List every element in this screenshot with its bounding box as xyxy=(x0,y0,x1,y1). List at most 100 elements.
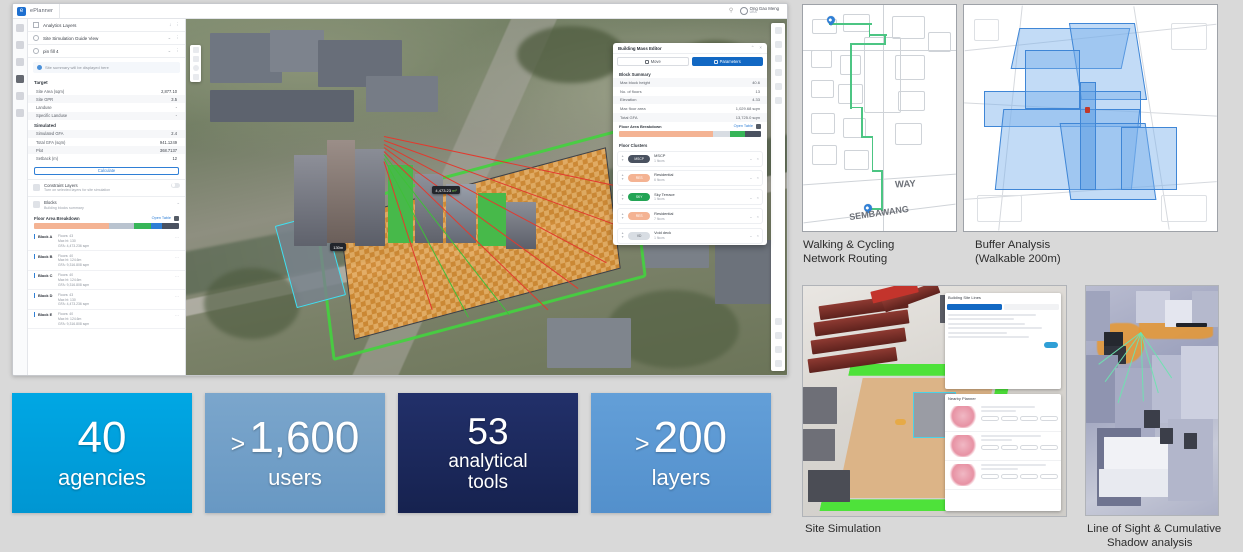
chevron-down-icon[interactable]: ⌄ xyxy=(749,195,752,200)
table-icon[interactable] xyxy=(174,215,179,221)
table-row[interactable]: Block A Floors: 43 Max ht: 130 GFA: 4,473.… xyxy=(28,232,185,252)
list-item[interactable] xyxy=(945,432,1061,462)
3d-map-viewport[interactable]: 4,473.23 m² 130m Building Mass Editor ⌃ … xyxy=(186,19,787,375)
open-table-link[interactable]: Open Table xyxy=(734,124,753,128)
reorder-handle-icon[interactable]: ▲ ▼ xyxy=(621,212,624,220)
delete-icon[interactable]: × xyxy=(757,175,759,180)
delete-icon[interactable]: × xyxy=(757,195,759,200)
tab-move[interactable]: Move xyxy=(617,57,689,66)
zoom-out-icon[interactable] xyxy=(192,56,199,62)
block-line: Floors: 43 xyxy=(58,234,74,239)
grid-icon[interactable] xyxy=(16,41,24,49)
site-summary-note: Site summary will be displayed here xyxy=(33,62,180,73)
collapse-icon[interactable]: ⌃ xyxy=(751,45,755,51)
row-menu-icon[interactable]: … xyxy=(175,293,179,298)
panel-row-label: Site Simulation Guide View xyxy=(43,35,99,41)
caption-line1: Buffer Analysis xyxy=(975,239,1051,251)
search-icon[interactable] xyxy=(774,41,782,48)
compass-icon[interactable] xyxy=(192,74,199,80)
tab-move[interactable] xyxy=(947,303,1002,310)
filter-icon[interactable] xyxy=(774,83,782,90)
row-menu-icon[interactable]: … xyxy=(175,312,179,317)
reorder-handle-icon[interactable]: ▲ ▼ xyxy=(621,174,624,181)
zoom-in-icon[interactable] xyxy=(192,47,199,53)
delete-icon[interactable]: × xyxy=(757,214,759,219)
table-icon[interactable] xyxy=(16,109,24,117)
table-row[interactable]: Block C Floors: 40 Max ht: 124.6m GFA: 9,3… xyxy=(28,271,185,291)
target-key: Landuse xyxy=(36,104,52,110)
box-icon[interactable] xyxy=(774,55,782,62)
list-item[interactable]: ▲ ▼ SKY Sky Terrace 1 floors ⌄ × xyxy=(617,189,763,206)
block-line: GFA: 9,316.808 sqm xyxy=(58,321,90,326)
reorder-handle-icon[interactable]: ▲ ▼ xyxy=(621,231,624,239)
row-menu-icon[interactable]: … xyxy=(175,254,179,259)
building-icon[interactable] xyxy=(774,69,782,76)
pin-icon xyxy=(33,48,39,54)
list-item[interactable]: ▲ ▼ RES Residential 7 floors ⌄ × xyxy=(617,208,763,225)
pin-icon[interactable] xyxy=(192,65,199,71)
circle-icon[interactable] xyxy=(774,97,782,104)
table-row[interactable]: Block D Floors: 43 Max ht: 130 GFA: 4,473.… xyxy=(28,290,185,310)
table-row[interactable]: Block E Floors: 40 Max ht: 124.6m GFA: 9,3… xyxy=(28,310,185,330)
target-row: Landuse - xyxy=(28,103,185,111)
tab-parameters[interactable]: Parameters xyxy=(691,57,763,66)
row-actions[interactable]: ⌄ ⋮ xyxy=(168,35,180,41)
delete-icon[interactable]: × xyxy=(757,233,759,238)
analysis-thumbnails: WAY SEMBAWANG Walking & Cycling Network … xyxy=(795,0,1243,552)
list-item[interactable] xyxy=(945,403,1061,433)
chart-icon[interactable] xyxy=(16,92,24,100)
search-icon[interactable]: ⚲ xyxy=(728,8,735,15)
user-chip[interactable]: Ong Gao Meng URA xyxy=(739,6,779,15)
chevron-down-icon[interactable]: ⌄ xyxy=(749,175,752,180)
target-icon[interactable] xyxy=(774,318,782,325)
blocks-collapse-icon[interactable]: ⌄ xyxy=(176,200,180,206)
summary-key: Max floor area xyxy=(620,106,646,112)
constraint-toggle[interactable] xyxy=(171,182,180,188)
calculate-button[interactable]: Calculate xyxy=(34,166,179,175)
table-icon[interactable] xyxy=(756,123,761,129)
open-table-link[interactable]: Open Table xyxy=(152,216,171,220)
block-line: Max ht: 130 xyxy=(58,238,76,243)
chevron-down-icon[interactable]: ⌄ xyxy=(749,233,752,238)
row-actions[interactable]: ↓ ⋮ xyxy=(169,22,180,28)
sim-value: 368.7137 xyxy=(159,147,177,153)
panel-row-pin-fill[interactable]: pin fill 4 ⌄ ⋮ xyxy=(28,45,185,58)
stat-prefix: > xyxy=(230,430,246,459)
target-value: 3.5 xyxy=(171,96,177,102)
list-item[interactable]: ▲ ▼ MSCP MSCP 1 floors ⌄ × xyxy=(617,150,763,167)
row-menu-icon[interactable]: … xyxy=(175,273,179,278)
block-tag: Block C xyxy=(34,273,54,279)
confirm-button[interactable] xyxy=(1043,342,1058,349)
table-row[interactable]: Block B Floors: 40 Max ht: 124.6m GFA: 9,3… xyxy=(28,251,185,271)
summary-key: Total GFA xyxy=(620,115,638,121)
reorder-handle-icon[interactable]: ▲ ▼ xyxy=(621,193,624,201)
list-item[interactable] xyxy=(945,461,1061,491)
reorder-handle-icon[interactable]: ▲ ▼ xyxy=(621,154,624,162)
chevron-down-icon[interactable]: ⌄ xyxy=(749,214,752,219)
link-icon[interactable] xyxy=(774,346,782,353)
row-menu-icon[interactable]: … xyxy=(175,234,179,239)
row-actions[interactable]: ⌄ ⋮ xyxy=(168,48,180,54)
chevron-down-icon[interactable]: ⌄ xyxy=(749,156,752,161)
blocks-entry[interactable]: Blocks Building blocks summary ⌄ xyxy=(28,196,185,214)
settings-icon[interactable] xyxy=(774,360,782,367)
list-item[interactable]: ▲ ▼ RES Residential 6 floors ⌄ × xyxy=(617,169,763,186)
blocks-subtitle: Building blocks summary xyxy=(44,205,84,210)
layers-icon[interactable] xyxy=(16,24,24,32)
tab-placement[interactable] xyxy=(1003,303,1059,310)
target-row: Site GPR 3.5 xyxy=(28,95,185,104)
cluster-floors: 7 floors xyxy=(654,216,665,221)
sim-key: Total GFA (sqm) xyxy=(36,139,66,145)
sim-value: 2.4 xyxy=(171,131,177,137)
constraint-layers-entry[interactable]: Constraint Layers Turn on selected layer… xyxy=(28,178,185,197)
panel-row-analytics-layers[interactable]: Analytics Layers ↓ ⋮ xyxy=(28,19,185,32)
panel-row-site-simulation[interactable]: Site Simulation Guide View ⌄ ⋮ xyxy=(28,32,185,45)
delete-icon[interactable]: × xyxy=(757,156,759,161)
terrain-icon[interactable] xyxy=(774,332,782,339)
layers-icon[interactable] xyxy=(774,27,782,34)
analytics-icon[interactable] xyxy=(16,75,24,83)
measure-icon[interactable] xyxy=(16,58,24,66)
list-item[interactable]: ▲ ▼ VD Void deck 1 floors ⌄ × xyxy=(617,227,763,244)
mass-floor-area-bar xyxy=(619,130,761,137)
close-icon[interactable]: × xyxy=(759,45,762,51)
